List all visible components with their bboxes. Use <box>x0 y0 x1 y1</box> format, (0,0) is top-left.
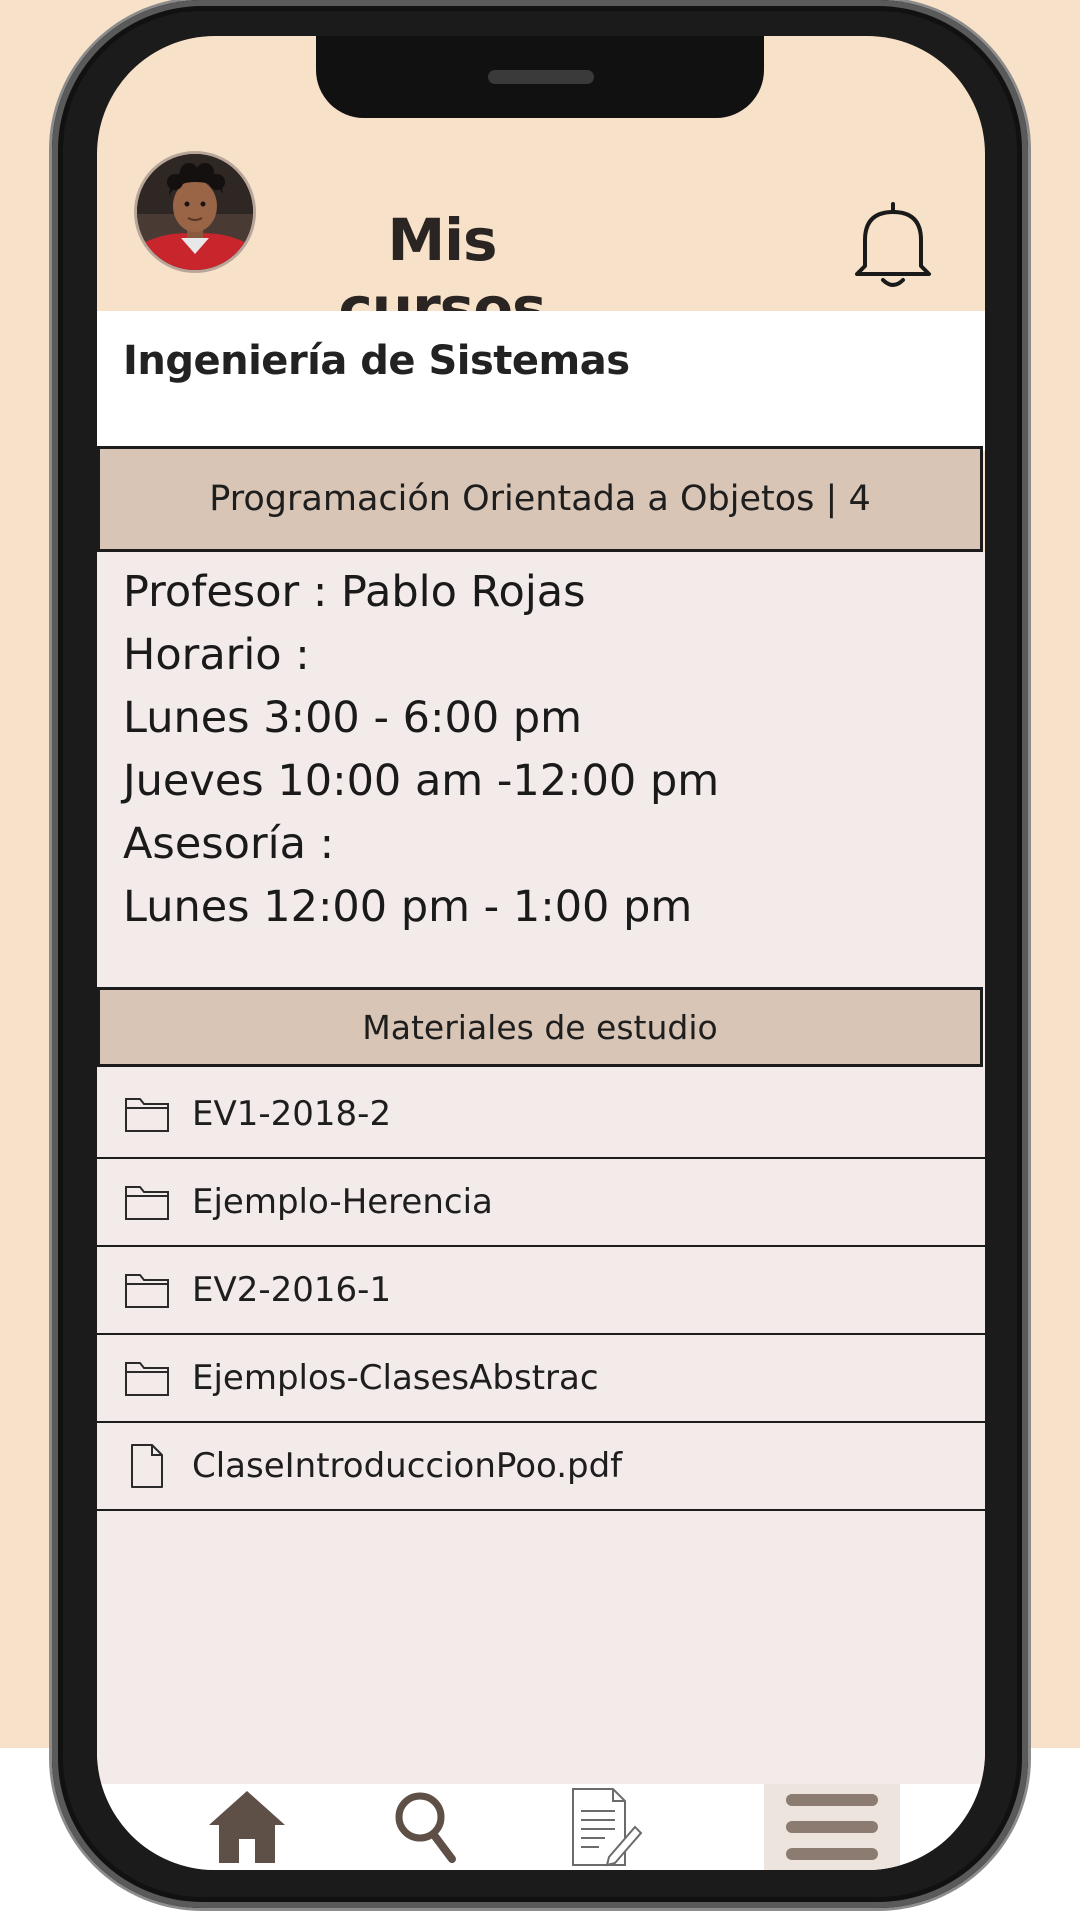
material-item[interactable]: ClaseIntroduccionPoo.pdf <box>97 1423 985 1511</box>
home-icon <box>209 1791 285 1863</box>
course-info: Profesor : Pablo Rojas Horario : Lunes 3… <box>123 561 719 939</box>
material-label: Ejemplos-ClasesAbstrac <box>192 1358 599 1398</box>
advisory-line: Lunes 12:00 pm - 1:00 pm <box>123 882 693 932</box>
search-icon <box>395 1792 456 1863</box>
nav-menu[interactable] <box>764 1784 900 1870</box>
material-label: Ejemplo-Herencia <box>192 1182 493 1222</box>
materials-header: Materiales de estudio <box>97 987 983 1067</box>
phone-screen: Mis cursos Ingeniería de Sistemas Progra… <box>97 36 985 1870</box>
material-item[interactable]: Ejemplo-Herencia <box>97 1159 985 1247</box>
folder-icon <box>125 1362 169 1396</box>
schedule-line: Jueves 10:00 am -12:00 pm <box>123 756 720 806</box>
course-header-label: Programación Orientada a Objetos | 4 <box>209 479 871 519</box>
material-label: EV1-2018-2 <box>192 1094 392 1134</box>
nav-search[interactable] <box>377 1784 477 1870</box>
professor-line: Profesor : Pablo Rojas <box>123 567 586 617</box>
materials-header-label: Materiales de estudio <box>362 1007 718 1047</box>
material-label: EV2-2016-1 <box>192 1270 392 1310</box>
material-label: ClaseIntroduccionPoo.pdf <box>192 1446 623 1486</box>
schedule-label: Horario : <box>123 630 310 680</box>
material-item[interactable]: Ejemplos-ClasesAbstrac <box>97 1335 985 1423</box>
material-item[interactable]: EV1-2018-2 <box>97 1071 985 1159</box>
course-header[interactable]: Programación Orientada a Objetos | 4 <box>97 446 983 552</box>
menu-icon <box>786 1794 878 1860</box>
nav-home[interactable] <box>197 1784 297 1870</box>
advisory-label: Asesoría : <box>123 819 335 869</box>
document-edit-icon <box>572 1788 643 1867</box>
folder-icon <box>125 1098 169 1132</box>
file-icon <box>131 1444 163 1488</box>
bell-icon[interactable] <box>853 200 933 290</box>
program-title: Ingeniería de Sistemas <box>123 338 630 384</box>
phone-speaker <box>488 70 594 84</box>
profile-photo <box>137 154 253 270</box>
nav-documents[interactable] <box>557 1784 657 1870</box>
bottom-navigation <box>97 1784 985 1870</box>
schedule-line: Lunes 3:00 - 6:00 pm <box>123 693 583 743</box>
folder-icon <box>125 1186 169 1220</box>
folder-icon <box>125 1274 169 1308</box>
material-item[interactable]: EV2-2016-1 <box>97 1247 985 1335</box>
avatar[interactable] <box>134 151 256 273</box>
